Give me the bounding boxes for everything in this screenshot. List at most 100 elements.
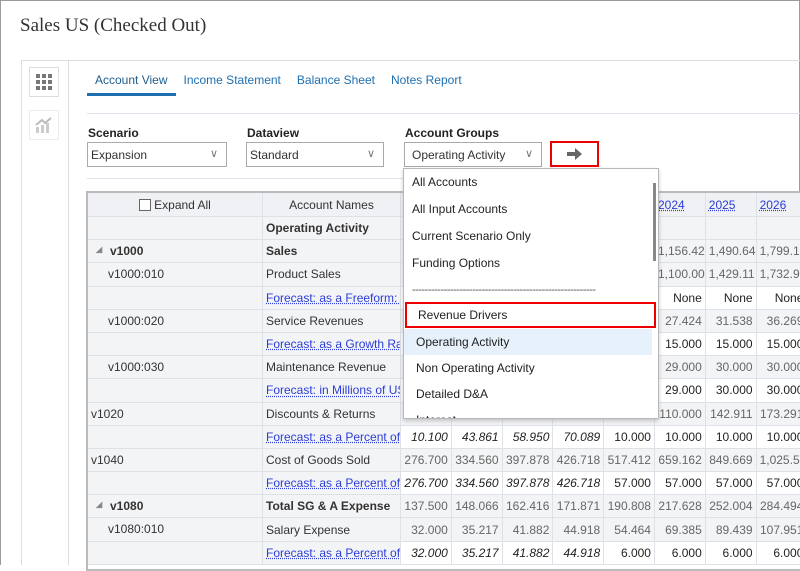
value-cell[interactable]: 57.000 [604, 472, 655, 495]
value-cell[interactable]: 15.000 [756, 332, 800, 355]
value-cell[interactable]: None [705, 286, 756, 309]
value-cell[interactable]: 29.000 [654, 379, 705, 402]
value-cell[interactable]: 426.718 [553, 472, 604, 495]
collapse-triangle-icon[interactable]: ◢ [96, 500, 102, 509]
value-cell[interactable]: None [654, 286, 705, 309]
account-name-cell[interactable]: Forecast: as a Freeform: U [263, 286, 401, 309]
value-cell[interactable]: 334.560 [451, 472, 502, 495]
value-cell[interactable]: 43.861 [451, 425, 502, 448]
dropdown-option[interactable]: Revenue Drivers [405, 302, 656, 328]
dropdown-option[interactable]: All Input Accounts [404, 196, 652, 222]
forecast-method-link[interactable]: Forecast: as a Growth Rate [266, 337, 401, 351]
value-cell: 41.882 [502, 518, 553, 541]
value-cell[interactable]: 10.000 [756, 425, 800, 448]
value-cell[interactable]: 57.000 [654, 472, 705, 495]
value-cell[interactable]: 35.217 [451, 541, 502, 564]
value-cell[interactable]: 6.000 [756, 541, 800, 564]
year-link[interactable]: 2026 [760, 198, 787, 212]
value-cell: 171.871 [553, 495, 604, 518]
dropdown-option[interactable]: Current Scenario Only [404, 223, 652, 249]
value-cell[interactable]: 10.100 [401, 425, 452, 448]
value-cell: 162.416 [502, 495, 553, 518]
value-cell[interactable]: 57.000 [756, 472, 800, 495]
year-header[interactable]: 2025 [705, 193, 756, 217]
tab-income-statement[interactable]: Income Statement [176, 72, 289, 96]
value-cell[interactable]: 6.000 [604, 541, 655, 564]
dataview-select[interactable]: Standard∨ [246, 142, 384, 167]
value-cell[interactable]: 10.000 [604, 425, 655, 448]
forecast-method-link[interactable]: Forecast: in Millions of US [266, 383, 401, 397]
account-name-cell: Product Sales [263, 263, 401, 286]
go-button[interactable] [550, 141, 599, 167]
account-id-cell [88, 332, 263, 355]
value-cell[interactable]: 10.000 [705, 425, 756, 448]
scenario-select[interactable]: Expansion∨ [87, 142, 227, 167]
collapse-triangle-icon[interactable]: ◢ [96, 245, 102, 254]
account-name-cell[interactable]: Forecast: as a Percent of S [263, 541, 401, 564]
account-id-cell [88, 425, 263, 448]
tab-account-view[interactable]: Account View [87, 72, 176, 96]
value-cell[interactable]: 44.918 [553, 541, 604, 564]
dropdown-option[interactable]: Interest [404, 407, 652, 419]
value-cell[interactable]: 276.700 [401, 472, 452, 495]
tab-notes-report[interactable]: Notes Report [383, 72, 470, 96]
value-cell [756, 217, 800, 240]
account-name-cell[interactable]: Forecast: in Millions of US [263, 379, 401, 402]
value-cell[interactable]: 58.950 [502, 425, 553, 448]
forecast-method-link[interactable]: Forecast: as a Percent of S [266, 546, 401, 560]
account-id: v1080 [110, 499, 143, 513]
value-cell[interactable]: 57.000 [705, 472, 756, 495]
value-cell[interactable]: 6.000 [654, 541, 705, 564]
value-cell: 1,490.64 [705, 240, 756, 263]
table-row: v1080:010Salary Expense32.00035.21741.88… [88, 518, 800, 541]
account-id-cell: v1000:030 [88, 356, 263, 379]
value-cell[interactable]: 10.000 [654, 425, 705, 448]
dropdown-option[interactable]: All Accounts [404, 169, 652, 195]
account-name: Cost of Goods Sold [266, 453, 370, 467]
value-cell: 137.500 [401, 495, 452, 518]
value-cell: 426.718 [553, 448, 604, 471]
chart-view-button[interactable] [29, 110, 59, 140]
year-link[interactable]: 2024 [658, 198, 685, 212]
view-rail [21, 60, 69, 565]
value-cell[interactable]: 30.000 [705, 379, 756, 402]
value-cell[interactable]: 15.000 [654, 332, 705, 355]
value-cell: 1,732.90 [756, 263, 800, 286]
account-id-cell: v1020 [88, 402, 263, 425]
account-groups-select[interactable]: Operating Activity∨ [404, 142, 542, 167]
value-cell: 1,156.42 [654, 240, 705, 263]
value-cell[interactable]: 15.000 [705, 332, 756, 355]
value-cell[interactable]: 6.000 [705, 541, 756, 564]
forecast-method-link[interactable]: Forecast: as a Percent of F [266, 430, 401, 444]
dropdown-option[interactable]: Funding Options [404, 250, 652, 276]
value-cell[interactable]: 41.882 [502, 541, 553, 564]
value-cell: 32.000 [401, 518, 452, 541]
dropdown-option[interactable]: Non Operating Activity [404, 355, 652, 381]
expand-all-header: Expand All [88, 193, 263, 217]
account-name-cell[interactable]: Forecast: as a Growth Rate [263, 332, 401, 355]
account-name-cell[interactable]: Forecast: as a Percent of F [263, 425, 401, 448]
account-id-cell: ◢v1000 [88, 240, 263, 263]
dropdown-option[interactable]: Detailed D&A [404, 381, 652, 407]
dropdown-scrollbar[interactable] [653, 183, 656, 261]
chevron-down-icon: ∨ [210, 147, 218, 160]
dropdown-option[interactable]: Operating Activity [404, 329, 652, 355]
value-cell: 36.269 [756, 309, 800, 332]
account-id: v1000:030 [108, 360, 164, 374]
year-header[interactable]: 2026 [756, 193, 800, 217]
expand-all-checkbox[interactable]: Expand All [139, 198, 211, 212]
value-cell[interactable]: 397.878 [502, 472, 553, 495]
tab-balance-sheet[interactable]: Balance Sheet [289, 72, 383, 96]
account-name-cell[interactable]: Forecast: as a Percent of S [263, 472, 401, 495]
grid-view-button[interactable] [29, 67, 59, 97]
value-cell[interactable]: None [756, 286, 800, 309]
value-cell[interactable]: 30.000 [756, 379, 800, 402]
forecast-method-link[interactable]: Forecast: as a Freeform: U [266, 291, 401, 305]
value-cell: 110.000 [654, 402, 705, 425]
value-cell[interactable]: 70.089 [553, 425, 604, 448]
value-cell: 252.004 [705, 495, 756, 518]
year-header[interactable]: 2024 [654, 193, 705, 217]
year-link[interactable]: 2025 [709, 198, 736, 212]
forecast-method-link[interactable]: Forecast: as a Percent of S [266, 476, 401, 490]
value-cell[interactable]: 32.000 [401, 541, 452, 564]
